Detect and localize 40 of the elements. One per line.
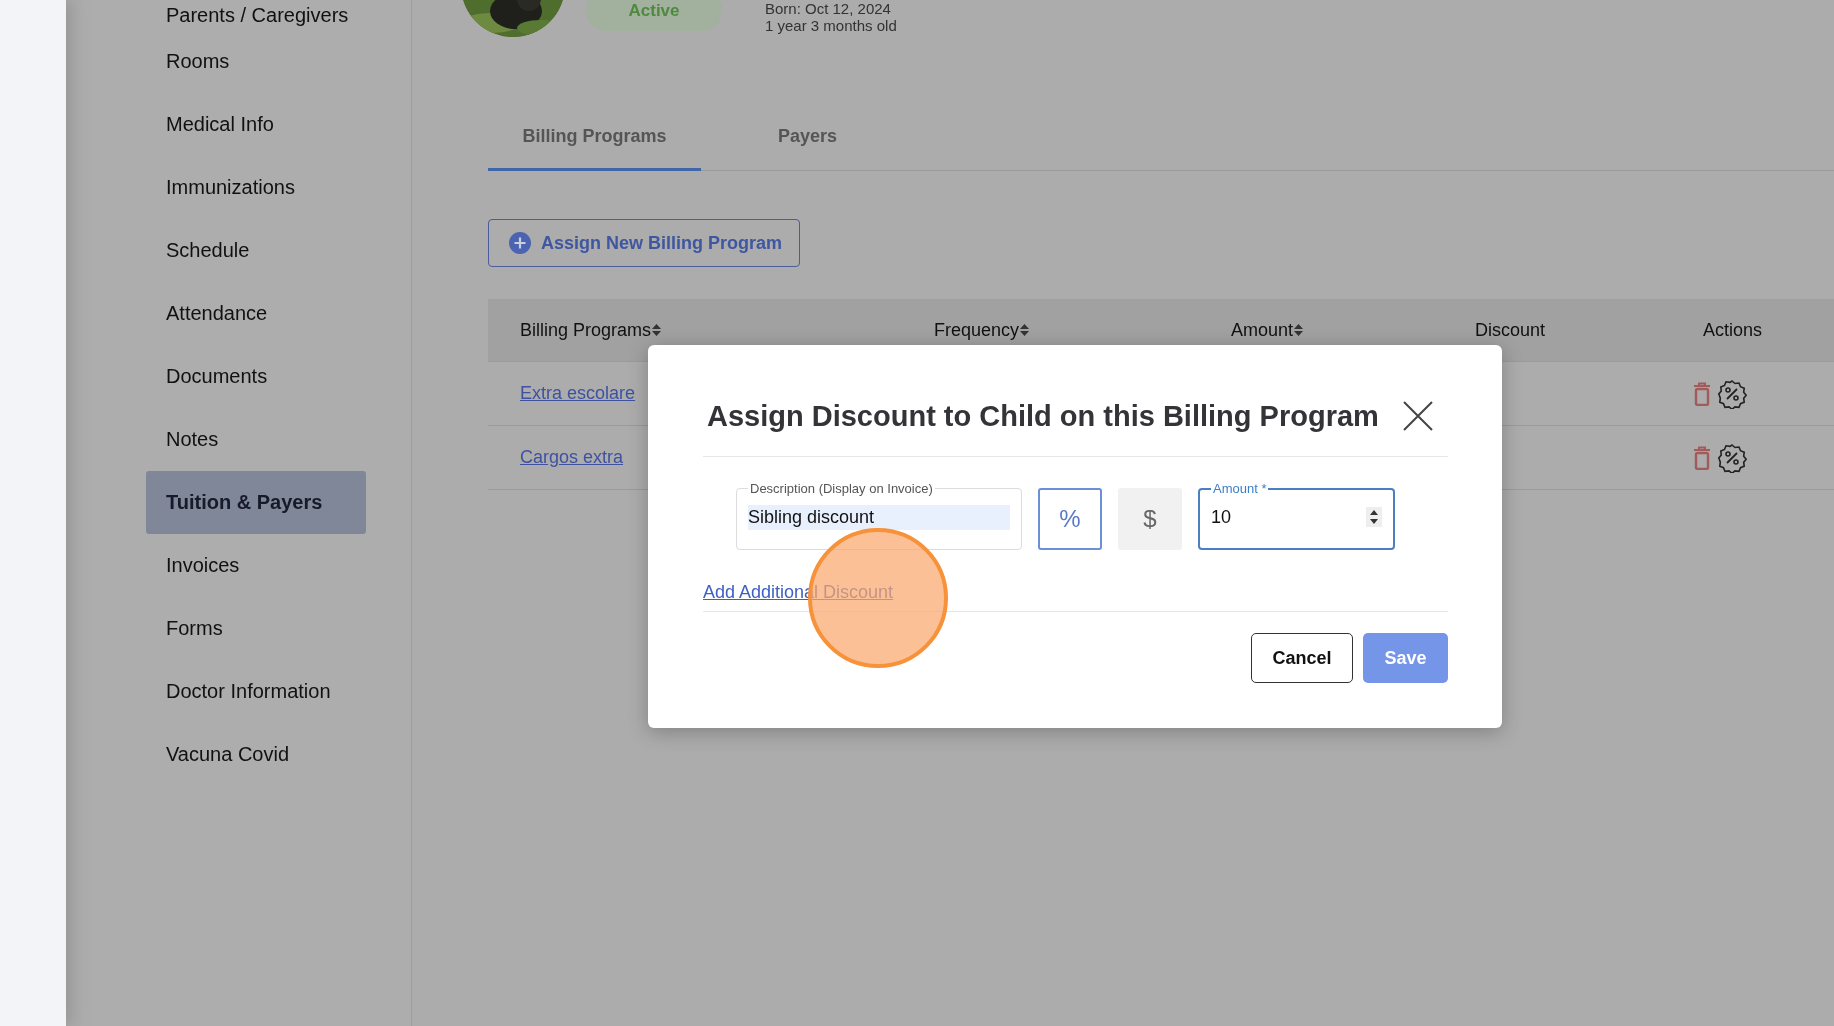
discount-badge-icon[interactable] [1717,378,1747,409]
field-label: Amount * [1212,481,1268,496]
discount-badge-icon[interactable] [1717,442,1747,473]
column-header[interactable]: Billing Programs [520,319,652,341]
discount-type-button[interactable]: $ [1118,488,1182,550]
sidebar-item[interactable]: Attendance [146,282,366,345]
sidebar-item[interactable]: Immunizations [146,156,366,219]
spinner-icon[interactable] [1366,507,1382,527]
sidebar-item[interactable]: Forms [146,597,366,660]
child-age: 1 year 3 months old [765,17,897,34]
field-label: Description (Display on Invoice) [749,481,934,496]
column-header: Actions [1703,319,1763,341]
column-header: Discount [1475,319,1546,341]
status-badge: Active [586,0,722,31]
amount-input[interactable]: 10 [1211,504,1366,530]
discount-type-button[interactable]: % [1038,488,1102,550]
close-icon [1402,400,1434,432]
sidebar-item[interactable]: Notes [146,408,366,471]
sort-icon[interactable] [651,323,663,337]
dialog-title: Assign Discount to Child on this Billing Program [707,399,1379,433]
sidebar-item[interactable]: Rooms [146,30,366,93]
sidebar-item[interactable]: Medical Info [146,93,366,156]
cancel-button[interactable]: Cancel [1251,633,1353,683]
description-input[interactable]: Sibling discount [748,505,1010,530]
sort-icon[interactable] [1293,323,1305,337]
description-field[interactable]: Description (Display on Invoice) Sibling discount [736,481,1022,550]
sidebar-item[interactable]: Vacuna Covid [146,723,366,786]
column-header[interactable]: Amount [1231,319,1294,341]
sidebar-item[interactable]: Parents / Caregivers [146,0,366,30]
column-header[interactable]: Frequency [934,319,1020,341]
sidebar-item[interactable]: Invoices [146,534,366,597]
sidebar-item[interactable]: Documents [146,345,366,408]
birth-date: Born: Oct 12, 2024 [765,0,892,17]
close-button[interactable] [1402,400,1434,432]
amount-field[interactable]: Amount * 10 [1198,481,1395,550]
sidebar-item[interactable]: Tuition & Payers [146,471,366,534]
sort-icon[interactable] [1019,323,1031,337]
sidebar-item[interactable]: Schedule [146,219,366,282]
sidebar-item[interactable]: Doctor Information [146,660,366,723]
plus-icon [509,232,531,254]
